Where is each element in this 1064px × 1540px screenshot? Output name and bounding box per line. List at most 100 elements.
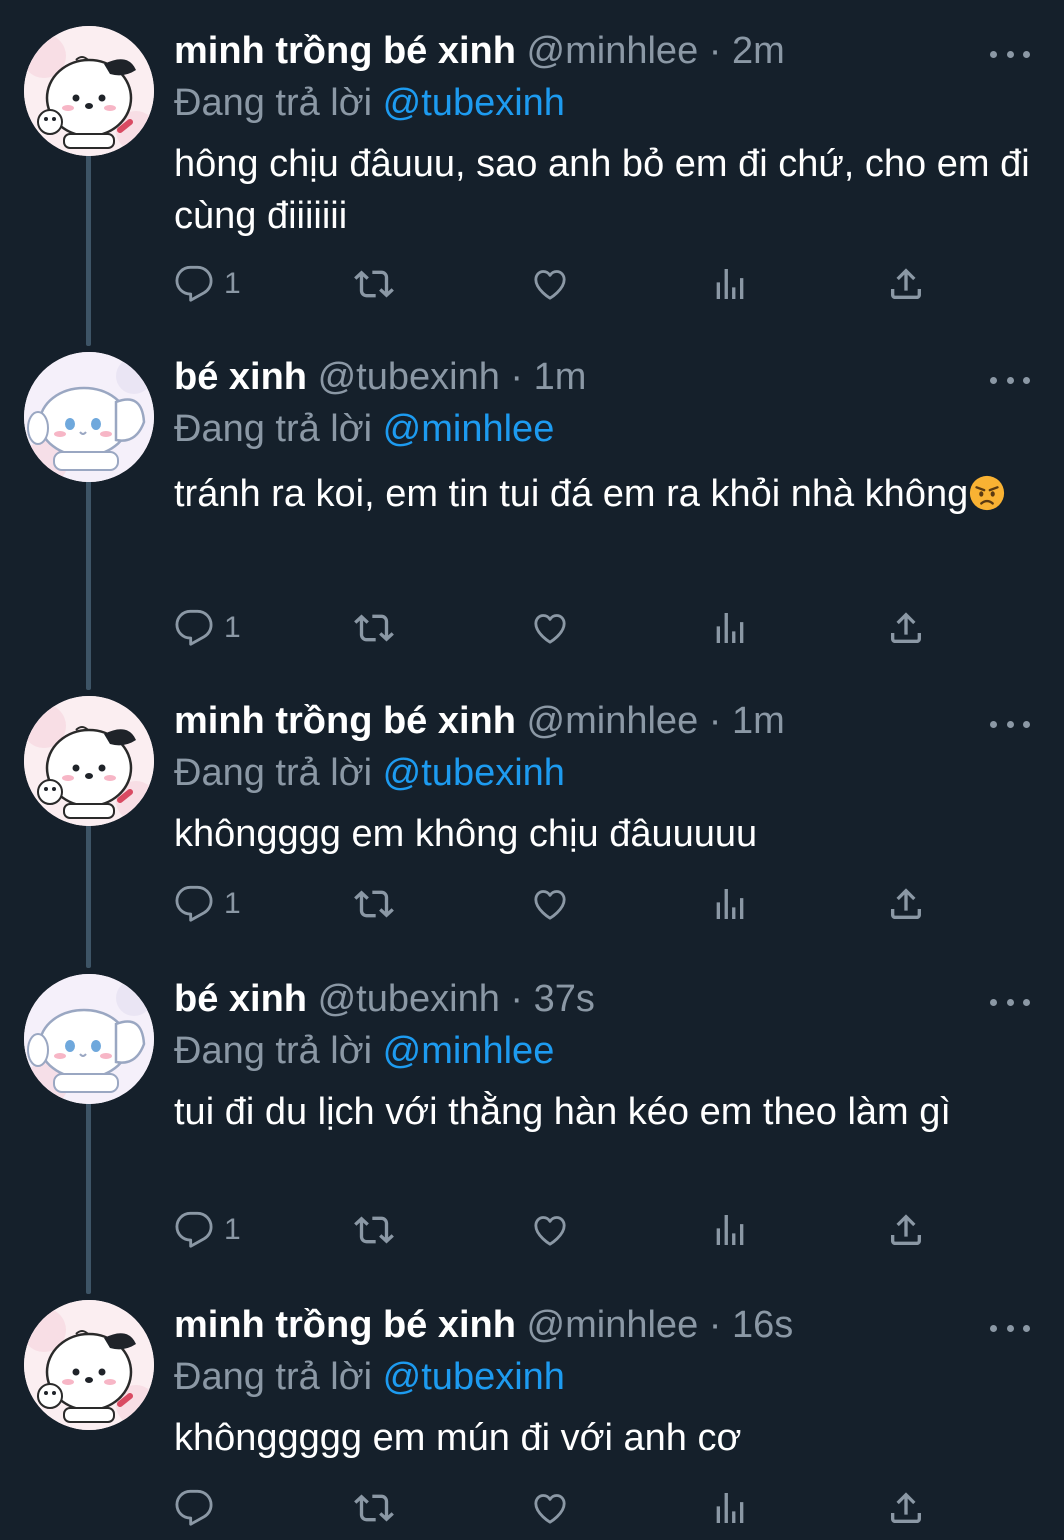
- tweet-header: minh trồng bé xinh @minhlee · 1m: [174, 696, 785, 746]
- retweet-icon: [354, 270, 394, 298]
- tweet-text-content: hông chịu đâuuu, sao anh bỏ em đi chứ, c…: [174, 143, 1030, 237]
- share-icon: [891, 612, 921, 643]
- retweet-button[interactable]: [352, 882, 396, 926]
- share-button[interactable]: [886, 262, 926, 306]
- views-button[interactable]: [710, 882, 750, 926]
- views-icon: [716, 889, 744, 919]
- views-button[interactable]: [710, 606, 750, 650]
- like-icon: [534, 890, 566, 920]
- views-button[interactable]: [710, 1486, 750, 1530]
- action-bar: 1: [174, 262, 934, 306]
- white-puppy-avatar-icon: [24, 26, 154, 156]
- tweet-text: tui đi du lịch với thằng hàn kéo em theo…: [174, 1086, 1034, 1138]
- share-button[interactable]: [886, 606, 926, 650]
- replying-to: Đang trả lời @tubexinh: [174, 78, 565, 128]
- avatar[interactable]: [24, 974, 154, 1104]
- share-button[interactable]: [886, 1486, 926, 1530]
- display-name[interactable]: minh trồng bé xinh: [174, 1304, 516, 1346]
- share-button[interactable]: [886, 882, 926, 926]
- share-button[interactable]: [886, 1208, 926, 1252]
- action-bar: 1: [174, 606, 934, 650]
- timestamp[interactable]: 2m: [732, 30, 785, 72]
- user-handle[interactable]: @minhlee: [527, 30, 699, 72]
- mention-link[interactable]: @minhlee: [383, 1030, 555, 1072]
- timestamp[interactable]: 16s: [732, 1304, 793, 1346]
- separator: ·: [708, 1304, 722, 1346]
- user-handle[interactable]: @minhlee: [527, 1304, 699, 1346]
- reply-count: 1: [224, 1213, 241, 1246]
- display-name[interactable]: minh trồng bé xinh: [174, 700, 516, 742]
- tweet-text: khônggggg em mún đi với anh cơ: [174, 1412, 1034, 1464]
- angry-face-icon: [970, 475, 1005, 511]
- reply-icon: [175, 1211, 213, 1248]
- display-name[interactable]: minh trồng bé xinh: [174, 30, 516, 72]
- tweet[interactable]: bé xinh @tubexinh · 37s Đang trả lời @mi…: [0, 956, 1064, 1276]
- more-icon[interactable]: [990, 718, 1030, 730]
- tweet-text: tránh ra koi, em tin tui đá em ra khỏi n…: [174, 464, 1034, 524]
- tweet[interactable]: minh trồng bé xinh @minhlee · 16s Đang t…: [0, 1282, 1064, 1540]
- more-icon[interactable]: [990, 1322, 1030, 1334]
- retweet-button[interactable]: [352, 1486, 396, 1530]
- user-handle[interactable]: @tubexinh: [318, 978, 500, 1020]
- like-icon: [534, 1216, 566, 1246]
- avatar[interactable]: [24, 696, 154, 826]
- tweet[interactable]: bé xinh @tubexinh · 1m Đang trả lời @min…: [0, 334, 1064, 674]
- timestamp[interactable]: 1m: [534, 356, 587, 398]
- display-name[interactable]: bé xinh: [174, 356, 307, 398]
- like-button[interactable]: [530, 1208, 570, 1252]
- avatar[interactable]: [24, 1300, 154, 1430]
- mention-link[interactable]: @tubexinh: [383, 82, 565, 124]
- tweet-text: hông chịu đâuuu, sao anh bỏ em đi chứ, c…: [174, 138, 1034, 242]
- retweet-button[interactable]: [352, 262, 396, 306]
- avatar[interactable]: [24, 26, 154, 156]
- reply-count: 1: [224, 267, 241, 300]
- tweet[interactable]: minh trồng bé xinh @minhlee · 2m Đang tr…: [0, 8, 1064, 328]
- reply-button[interactable]: 1: [174, 262, 241, 306]
- like-button[interactable]: [530, 262, 570, 306]
- tweet[interactable]: minh trồng bé xinh @minhlee · 1m Đang tr…: [0, 678, 1064, 948]
- timestamp[interactable]: 1m: [732, 700, 785, 742]
- avatar[interactable]: [24, 352, 154, 482]
- display-name[interactable]: bé xinh: [174, 978, 307, 1020]
- like-button[interactable]: [530, 882, 570, 926]
- retweet-button[interactable]: [352, 1208, 396, 1252]
- retweet-icon: [354, 890, 394, 918]
- like-button[interactable]: [530, 1486, 570, 1530]
- reply-button[interactable]: 1: [174, 606, 241, 650]
- reply-icon: [175, 265, 213, 302]
- white-bunny-avatar-icon: [24, 352, 154, 482]
- user-handle[interactable]: @tubexinh: [318, 356, 500, 398]
- reply-button[interactable]: 1: [174, 1208, 241, 1252]
- retweet-button[interactable]: [352, 606, 396, 650]
- replying-to: Đang trả lời @minhlee: [174, 1026, 554, 1076]
- views-button[interactable]: [710, 1208, 750, 1252]
- more-icon[interactable]: [990, 48, 1030, 60]
- user-handle[interactable]: @minhlee: [527, 700, 699, 742]
- share-icon: [891, 1214, 921, 1245]
- tweet-text-content: khônggggg em mún đi với anh cơ: [174, 1417, 742, 1459]
- share-icon: [891, 268, 921, 299]
- reply-button[interactable]: [174, 1486, 224, 1530]
- retweet-icon: [354, 614, 394, 642]
- replying-to: Đang trả lời @minhlee: [174, 404, 554, 454]
- mention-link[interactable]: @tubexinh: [383, 752, 565, 794]
- timestamp[interactable]: 37s: [534, 978, 595, 1020]
- views-icon: [716, 1215, 744, 1245]
- retweet-icon: [354, 1216, 394, 1244]
- mention-link[interactable]: @tubexinh: [383, 1356, 565, 1398]
- tweet-text-content: khôngggg em không chịu đâuuuuu: [174, 813, 758, 855]
- mention-link[interactable]: @minhlee: [383, 408, 555, 450]
- white-puppy-avatar-icon: [24, 696, 154, 826]
- separator: ·: [708, 30, 722, 72]
- views-button[interactable]: [710, 262, 750, 306]
- reply-button[interactable]: 1: [174, 882, 241, 926]
- like-icon: [534, 270, 566, 300]
- like-button[interactable]: [530, 606, 570, 650]
- share-icon: [891, 1492, 921, 1523]
- reply-icon: [175, 1489, 213, 1526]
- separator: ·: [708, 700, 722, 742]
- tweet-header: minh trồng bé xinh @minhlee · 16s: [174, 1300, 793, 1350]
- views-icon: [716, 613, 744, 643]
- more-icon[interactable]: [990, 996, 1030, 1008]
- more-icon[interactable]: [990, 374, 1030, 386]
